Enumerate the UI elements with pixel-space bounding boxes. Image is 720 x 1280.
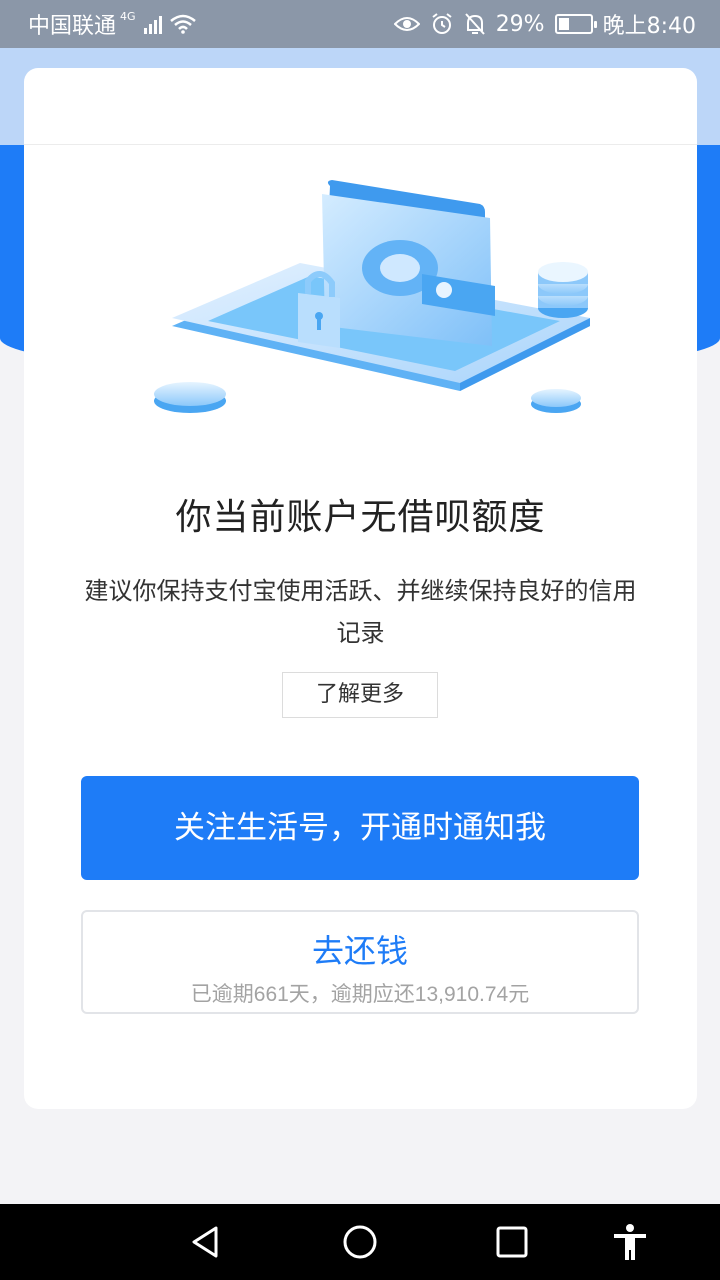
status-bar: 中国联通 4G 29% 晚上8:40 — [0, 0, 720, 48]
recents-icon[interactable] — [492, 1222, 532, 1262]
network-label: 4G — [120, 9, 136, 23]
credit-card-panel: 你当前账户无借呗额度 建议你保持支付宝使用活跃、并继续保持良好的信用记录 了解更… — [24, 68, 697, 1109]
repay-title: 去还钱 — [311, 932, 408, 970]
learn-more-button[interactable]: 了解更多 — [282, 672, 438, 718]
home-icon[interactable] — [340, 1222, 380, 1262]
carrier-label: 中国联通 — [28, 14, 117, 39]
page-title: 你当前账户无借呗额度 — [175, 497, 546, 538]
mute-icon — [464, 13, 485, 35]
status-right: 29% 晚上8:40 — [393, 8, 696, 40]
eye-icon — [393, 17, 420, 31]
back-icon[interactable] — [186, 1222, 226, 1262]
clock: 晚上8:40 — [602, 14, 696, 39]
navigation-bar — [0, 1204, 720, 1280]
accessibility-icon[interactable] — [610, 1222, 650, 1262]
alarm-icon — [432, 13, 452, 34]
repay-button[interactable]: 去还钱 已逾期661天，逾期应还13,910.74元 — [81, 910, 639, 1014]
wallet-illustration-icon — [154, 180, 590, 413]
wifi-icon — [169, 14, 196, 34]
battery-percent: 29% — [495, 11, 545, 37]
follow-notify-button[interactable]: 关注生活号，开通时通知我 — [81, 776, 639, 880]
signal-icon — [143, 14, 162, 34]
status-left: 中国联通 4G — [28, 8, 196, 40]
repay-subtitle: 已逾期661天，逾期应还13,910.74元 — [190, 983, 530, 1006]
battery-icon — [554, 14, 597, 34]
description-text: 建议你保持支付宝使用活跃、并继续保持良好的信用记录 — [84, 577, 637, 647]
header-divider — [24, 144, 697, 145]
